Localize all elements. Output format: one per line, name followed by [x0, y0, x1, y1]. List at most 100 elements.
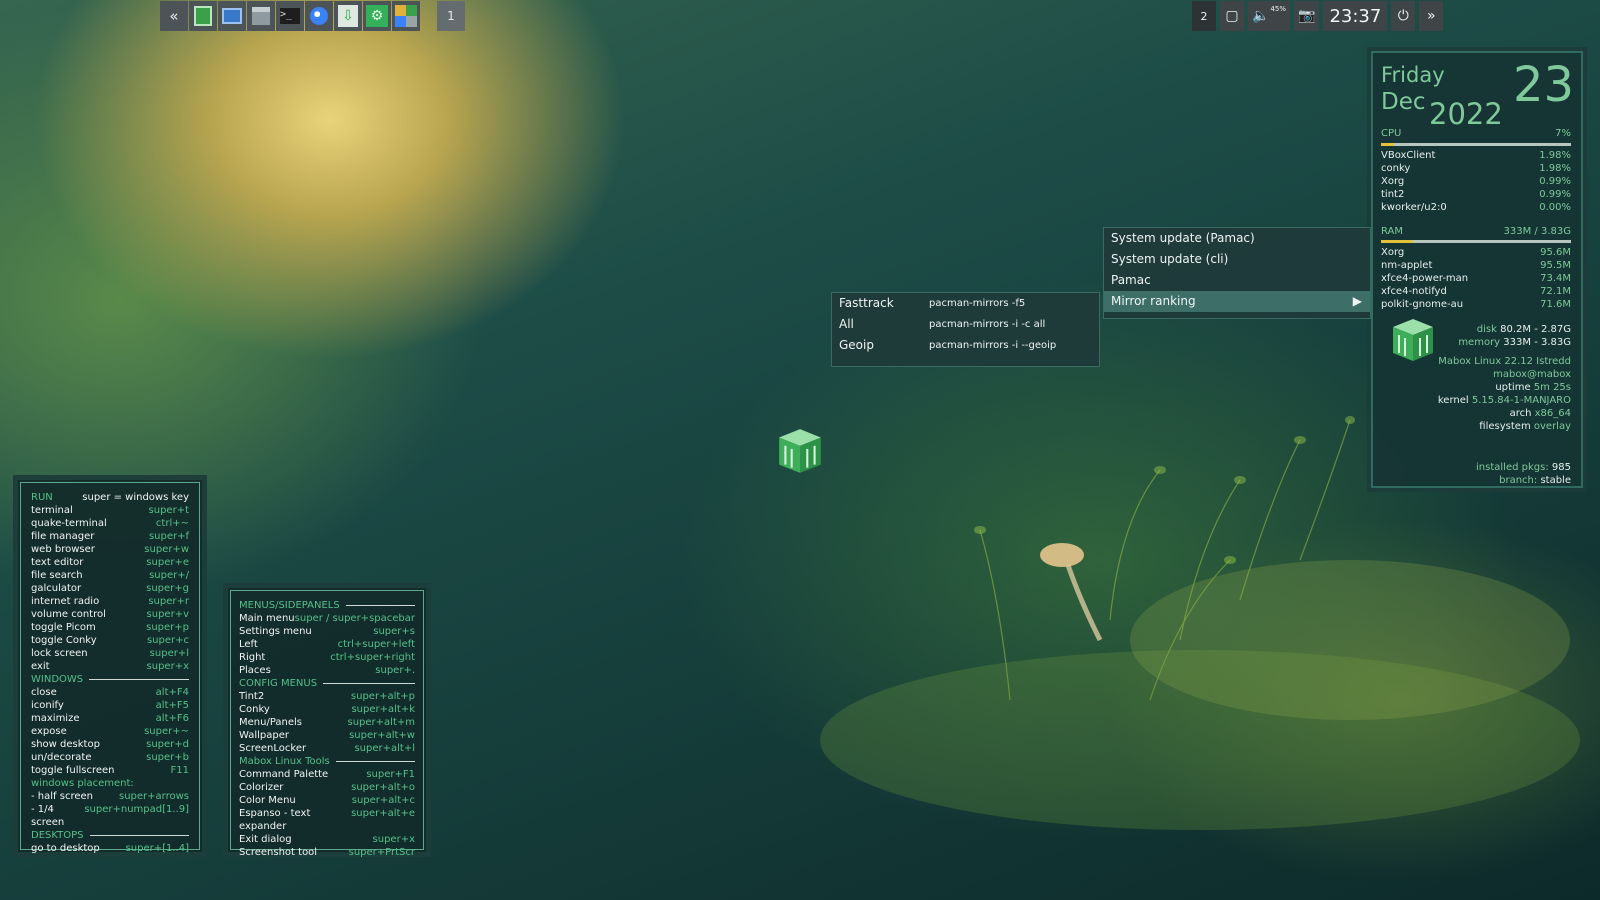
submenu-item-all[interactable]: All pacman-mirrors -i -c all [832, 314, 1099, 335]
filesystem-label: filesystem [1479, 421, 1531, 432]
shortcut-key: F11 [170, 765, 189, 776]
shortcut-key: alt+F5 [155, 700, 189, 711]
shortcut-key: super+x [372, 834, 415, 845]
mabox-desktop-icon[interactable] [775, 425, 825, 475]
shortcut-label: toggle fullscreen [31, 765, 115, 776]
cpu-process-row: Xorg 0.99% [1381, 175, 1571, 188]
shortcut-key: super+s [373, 626, 415, 637]
ram-label: RAM [1381, 226, 1404, 237]
volume-control[interactable]: 🔈 45% [1248, 1, 1290, 31]
menu-item-system-update-pamac[interactable]: System update (Pamac) [1104, 228, 1370, 249]
cpu-process-name: kworker/u2:0 [1381, 202, 1447, 213]
shortcut-key: super+alt+e [351, 808, 415, 819]
power-button[interactable]: ⏻ [1391, 1, 1416, 31]
spreadsheet-launcher[interactable] [189, 1, 217, 31]
menus-shortcuts: Main menu super / super+spacebar Settings … [239, 612, 415, 677]
submenu-item-fasttrack[interactable]: Fasttrack pacman-mirrors -f5 [832, 293, 1099, 314]
shortcut-row: toggle Picom super+p [31, 621, 189, 634]
shortcut-row: web browser super+w [31, 543, 189, 556]
settings-launcher[interactable]: ⚙ [363, 1, 391, 31]
shortcut-label: Tint2 [239, 691, 265, 702]
workspace-button[interactable]: 1 [437, 1, 465, 31]
collapse-panel-button[interactable]: « [160, 1, 188, 31]
clock[interactable]: 23:37 [1323, 1, 1388, 31]
ram-process-row: Xorg 95.6M [1381, 246, 1571, 259]
cpu-process-row: kworker/u2:0 0.00% [1381, 201, 1571, 214]
windows-section-header: WINDOWS [31, 673, 189, 686]
shortcut-label: Wallpaper [239, 730, 290, 741]
conky-system-monitor: Friday Dec 2022 23 CPU 7% VBoxClient 1.98… [1367, 47, 1587, 492]
shortcut-label: - 1/4 screen [31, 804, 65, 828]
shortcut-label: Exit dialog [239, 834, 292, 845]
shortcut-label: Conky [239, 704, 270, 715]
shortcut-row: - half screen super+arrows [31, 790, 189, 803]
shortcut-label: Espanso - text expander [239, 808, 311, 832]
monitor-icon [222, 8, 242, 24]
windows-title: WINDOWS [31, 674, 84, 685]
shortcut-key: super+PrtScr [348, 847, 415, 858]
menu-item-system-update-cli[interactable]: System update (cli) [1104, 249, 1370, 270]
cpu-process-row: conky 1.98% [1381, 162, 1571, 175]
shortcut-label: Main menu [239, 613, 295, 624]
shortcut-key: super+l [149, 648, 189, 659]
submenu-item-geoip[interactable]: Geoip pacman-mirrors -i --geoip [832, 335, 1099, 356]
ram-process-name: xfce4-notifyd [1381, 286, 1447, 297]
ram-process-name: polkit-gnome-au [1381, 299, 1464, 310]
desktop-switcher[interactable]: 2 [1192, 1, 1216, 31]
shortcut-label: un/decorate [31, 752, 92, 763]
shortcut-label: toggle Conky [31, 635, 97, 646]
shortcut-label: internet radio [31, 596, 100, 607]
tools-shortcuts: Command Palette super+F1 Colorizer super+al… [239, 768, 415, 859]
tools-section-header: Mabox Linux Tools [239, 755, 415, 768]
cpu-process-value: 1.98% [1539, 150, 1571, 161]
config-section-header: CONFIG MENUS [239, 677, 415, 690]
ram-process-name: nm-applet [1381, 260, 1433, 271]
cpu-process-name: VBoxClient [1381, 150, 1436, 161]
shortcut-key: super+p [146, 622, 189, 633]
camera-icon: 📷 [1298, 8, 1316, 24]
menu-item-pamac[interactable]: Pamac [1104, 270, 1370, 291]
shortcuts-panel-middle-frame: MENUS/SIDEPANELS Main menu super / super+… [230, 590, 424, 858]
screenshot-button[interactable]: 📷 [1294, 1, 1320, 31]
shortcut-key: super+arrows [119, 791, 189, 802]
divider [335, 761, 415, 762]
submenu-item-label: Geoip [839, 338, 874, 352]
shortcut-key: super+F1 [366, 769, 415, 780]
cpu-process-value: 0.99% [1539, 176, 1571, 187]
display-settings-launcher[interactable] [218, 1, 246, 31]
shortcut-row: Tint2 super+alt+p [239, 690, 415, 703]
shortcut-row: go to desktop super+[1..4] [31, 842, 189, 855]
shortcut-row: Menu/Panels super+alt+m [239, 716, 415, 729]
divider [89, 679, 189, 680]
kernel-value: 5.15.84-1-MANJARO [1471, 395, 1571, 406]
placement-title: windows placement: [31, 778, 134, 789]
window-button[interactable]: ▢ [1220, 1, 1244, 31]
shortcuts-panel-middle: MENUS/SIDEPANELS Main menu super / super+… [223, 583, 431, 858]
shortcut-label: volume control [31, 609, 106, 620]
shortcut-label: expose [31, 726, 67, 737]
cpu-process-name: Xorg [1381, 176, 1405, 187]
shortcut-row: galculator super+g [31, 582, 189, 595]
shortcut-label: Screenshot tool [239, 847, 318, 858]
shortcut-label: ScreenLocker [239, 743, 307, 754]
shortcut-row: Color Menu super+alt+c [239, 794, 415, 807]
browser-launcher[interactable] [305, 1, 333, 31]
ram-process-name: xfce4-power-man [1381, 273, 1469, 284]
shortcut-label: terminal [31, 505, 73, 516]
desktops-section-header: DESKTOPS [31, 829, 189, 842]
browser-icon [310, 7, 328, 25]
conky-date: 23 [1513, 57, 1575, 113]
app-grid-launcher[interactable] [392, 1, 420, 31]
filesystem-value: overlay [1533, 421, 1571, 432]
terminal-launcher[interactable]: >_ [276, 1, 304, 31]
branch-label: branch: [1499, 475, 1538, 486]
file-manager-launcher[interactable] [247, 1, 275, 31]
menu-item-mirror-ranking[interactable]: Mirror ranking ▶ [1104, 291, 1370, 312]
system-tray: 2 ▢ 🔈 45% 📷 23:37 ⏻ » [1192, 1, 1444, 31]
run-section-header: RUN super = windows key [31, 491, 189, 504]
cpu-process-row: tint2 0.99% [1381, 188, 1571, 201]
download-launcher[interactable]: ⇩ [334, 1, 362, 31]
cpu-process-list: VBoxClient 1.98% conky 1.98% Xorg 0.99% tint2 0… [1381, 149, 1571, 214]
expand-panel-button[interactable]: » [1419, 1, 1444, 31]
shortcut-label: lock screen [31, 648, 88, 659]
